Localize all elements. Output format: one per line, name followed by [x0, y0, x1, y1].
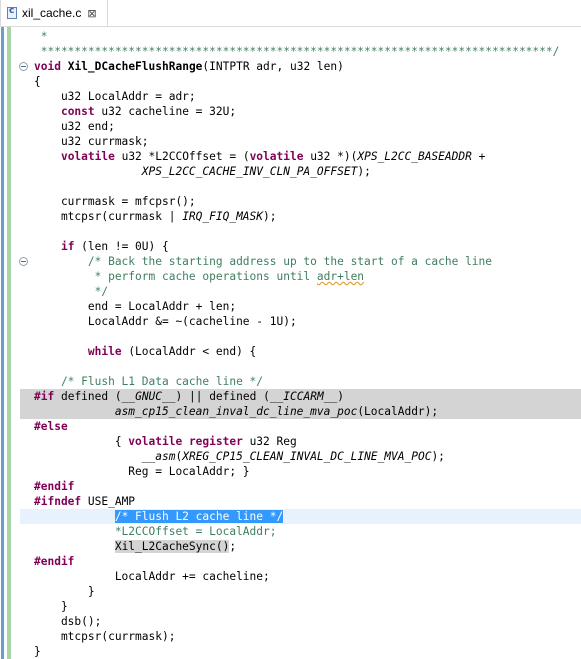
code-text: Xil_L2CacheSync();	[114, 540, 237, 553]
code-line[interactable]: mtcpsr(currmask);	[20, 629, 581, 644]
code-line[interactable]: volatile u32 *L2CCOffset = (volatile u32…	[20, 149, 581, 164]
code-line[interactable]: currmask = mfcpsr();	[20, 194, 581, 209]
code-line[interactable]: #if defined (__GNUC__) || defined (__ICC…	[20, 389, 581, 404]
code-text: __asm(XREG_CP15_CLEAN_INVAL_DC_LINE_MVA_…	[141, 450, 445, 463]
c-file-icon	[7, 6, 17, 19]
code-line[interactable]: #endif	[20, 554, 581, 569]
code-line[interactable]: }	[20, 644, 581, 659]
code-text: #endif	[34, 555, 75, 568]
code-text: dsb();	[34, 615, 102, 628]
code-text: { volatile register u32 Reg	[34, 435, 297, 448]
code-line[interactable]: LocalAddr &= ~(cacheline - 1U);	[20, 314, 581, 329]
code-text: LocalAddr &= ~(cacheline - 1U);	[34, 315, 297, 328]
code-line[interactable]: const u32 cacheline = 32U;	[20, 104, 581, 119]
code-line[interactable]: * perform cache operations until adr+len	[20, 269, 581, 284]
code-line[interactable]: __asm(XREG_CP15_CLEAN_INVAL_DC_LINE_MVA_…	[20, 449, 581, 464]
code-text: const u32 cacheline = 32U;	[60, 105, 237, 118]
code-text: u32 currmask;	[34, 135, 149, 148]
code-line[interactable]: /* Flush L1 Data cache line */	[20, 374, 581, 389]
code-text: #ifndef USE_AMP	[34, 495, 136, 508]
code-text: ****************************************…	[34, 45, 560, 58]
code-text: void Xil_DCacheFlushRange(INTPTR adr, u3…	[34, 60, 344, 73]
code-line[interactable]: */	[20, 284, 581, 299]
code-line[interactable]: }	[20, 584, 581, 599]
code-line[interactable]	[20, 359, 581, 374]
code-text: }	[34, 645, 41, 658]
code-line[interactable]: mtcpsr(currmask | IRQ_FIQ_MASK);	[20, 209, 581, 224]
code-line[interactable]	[20, 179, 581, 194]
code-line[interactable]: LocalAddr += cacheline;	[20, 569, 581, 584]
code-text: {	[34, 75, 41, 88]
code-text: }	[34, 600, 68, 613]
code-line[interactable]	[20, 224, 581, 239]
code-text: *	[34, 30, 48, 43]
fold-toggle-icon[interactable]	[19, 62, 28, 71]
code-text: mtcpsr(currmask | IRQ_FIQ_MASK);	[34, 210, 277, 223]
tab-xil-cache-c[interactable]: xil_cache.c ⊠	[0, 0, 108, 26]
code-line[interactable]: }	[20, 599, 581, 614]
code-text: /* Back the starting address up to the s…	[34, 255, 493, 268]
code-text: u32 end;	[34, 120, 115, 133]
overview-ruler	[0, 27, 12, 659]
code-line[interactable]: *	[20, 29, 581, 44]
code-text: *L2CCOffset = LocalAddr;	[34, 525, 277, 538]
code-text: currmask = mfcpsr();	[34, 195, 196, 208]
code-line[interactable]: dsb();	[20, 614, 581, 629]
code-line[interactable]: /* Back the starting address up to the s…	[19, 254, 581, 269]
code-text: mtcpsr(currmask);	[34, 630, 176, 643]
code-line[interactable]: asm_cp15_clean_inval_dc_line_mva_poc(Loc…	[20, 404, 581, 419]
code-line[interactable]: XPS_L2CC_CACHE_INV_CLN_PA_OFFSET);	[20, 164, 581, 179]
code-line[interactable]	[20, 329, 581, 344]
code-line[interactable]: Xil_L2CacheSync();	[20, 539, 581, 554]
code-line[interactable]: while (LocalAddr < end) {	[20, 344, 581, 359]
code-line[interactable]: /* Flush L2 cache line */	[20, 509, 581, 524]
code-line[interactable]: #ifndef USE_AMP	[20, 494, 581, 509]
code-text: LocalAddr += cacheline;	[34, 570, 270, 583]
code-line[interactable]: Reg = LocalAddr; }	[20, 464, 581, 479]
code-text: Reg = LocalAddr; }	[34, 465, 250, 478]
code-text: XPS_L2CC_CACHE_INV_CLN_PA_OFFSET);	[141, 165, 371, 178]
code-editor[interactable]: * **************************************…	[19, 29, 581, 659]
code-text: }	[34, 585, 95, 598]
code-text: while (LocalAddr < end) {	[87, 345, 257, 358]
code-line[interactable]: void Xil_DCacheFlushRange(INTPTR adr, u3…	[19, 59, 581, 74]
close-tab-icon[interactable]: ⊠	[87, 7, 96, 20]
code-text: u32 LocalAddr = adr;	[34, 90, 196, 103]
code-text: #else	[34, 420, 68, 433]
code-line[interactable]: end = LocalAddr + len;	[20, 299, 581, 314]
code-line[interactable]: ****************************************…	[20, 44, 581, 59]
code-line[interactable]: if (len != 0U) {	[20, 239, 581, 254]
code-text: /* Flush L2 cache line */	[114, 510, 284, 523]
code-text: #endif	[34, 480, 75, 493]
code-line[interactable]: u32 currmask;	[20, 134, 581, 149]
code-line[interactable]: *L2CCOffset = LocalAddr;	[20, 524, 581, 539]
code-text: /* Flush L1 Data cache line */	[34, 375, 264, 388]
code-text: if (len != 0U) {	[60, 240, 169, 253]
code-text: #if defined (__GNUC__) || defined (__ICC…	[34, 390, 344, 403]
code-text: end = LocalAddr + len;	[34, 300, 237, 313]
code-line[interactable]: { volatile register u32 Reg	[20, 434, 581, 449]
tab-label: xil_cache.c	[22, 6, 82, 20]
code-line[interactable]: u32 LocalAddr = adr;	[20, 89, 581, 104]
editor-tab-bar: xil_cache.c ⊠	[0, 0, 581, 27]
code-text: */	[34, 285, 109, 298]
code-text: volatile u32 *L2CCOffset = (volatile u32…	[60, 150, 486, 163]
code-line[interactable]: u32 end;	[20, 119, 581, 134]
fold-toggle-icon[interactable]	[19, 257, 28, 266]
code-line[interactable]: #endif	[20, 479, 581, 494]
code-text: asm_cp15_clean_inval_dc_line_mva_poc(Loc…	[114, 405, 439, 418]
code-line[interactable]: #else	[20, 419, 581, 434]
code-text: * perform cache operations until adr+len	[34, 270, 365, 283]
code-line[interactable]: {	[20, 74, 581, 89]
